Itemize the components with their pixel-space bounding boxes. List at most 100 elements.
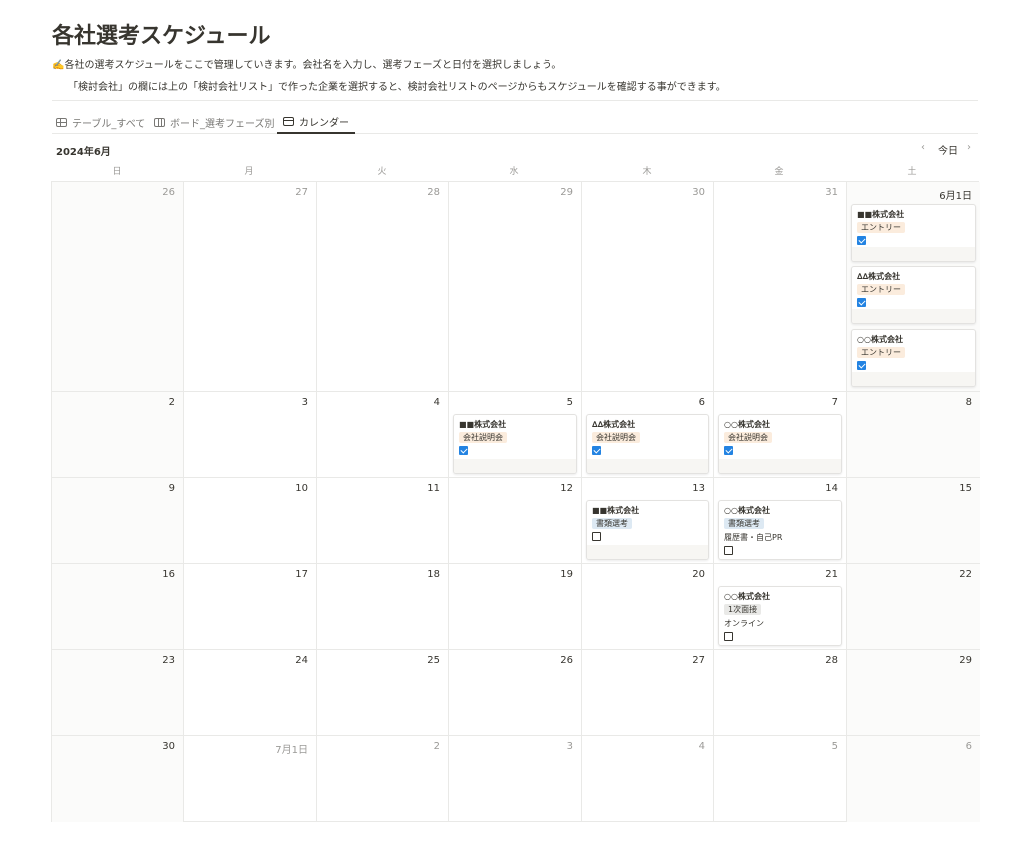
calendar-day-cell[interactable]: 9 [52, 478, 184, 564]
day-number: 23 [162, 655, 175, 666]
event-card[interactable]: ■■株式会社 エントリー [851, 204, 976, 262]
phase-tag: エントリー [857, 347, 905, 358]
day-number: 18 [427, 569, 440, 580]
calendar-day-cell[interactable]: 21 ○○株式会社 1次面接 オンライン [714, 564, 847, 650]
calendar-day-cell[interactable]: 7 ○○株式会社 会社説明会 [714, 392, 847, 478]
day-number: 2 [168, 397, 175, 408]
calendar-day-cell[interactable]: 3 [184, 392, 317, 478]
calendar-grid: 26 27 28 29 30 31 6月1日 ■■株式会社 エントリー ∆∆株式会社 エントリー ○○… [51, 181, 980, 822]
calendar-day-cell[interactable]: 28 [317, 182, 449, 392]
calendar-day-cell[interactable]: 26 [449, 650, 582, 736]
day-number: 4 [433, 397, 440, 408]
day-number: 3 [301, 397, 308, 408]
unchecked-checkbox[interactable] [724, 546, 733, 555]
event-note: オンライン [724, 619, 764, 628]
event-card[interactable]: ∆∆株式会社 エントリー [851, 266, 976, 324]
calendar-day-cell[interactable]: 19 [449, 564, 582, 650]
calendar-day-cell[interactable]: 18 [317, 564, 449, 650]
calendar-day-cell[interactable]: 30 [582, 182, 714, 392]
day-number: 31 [825, 187, 838, 198]
calendar-day-cell[interactable]: 30 [52, 736, 184, 822]
day-number: 25 [427, 655, 440, 666]
phase-tag: エントリー [857, 222, 905, 233]
calendar-day-cell[interactable]: 27 [184, 182, 317, 392]
day-number: 22 [959, 569, 972, 580]
card-footer [587, 459, 708, 473]
day-number: 4 [698, 741, 705, 752]
day-number: 30 [162, 741, 175, 752]
tab-board-phase[interactable]: ボード_選考フェーズ別 [154, 110, 275, 134]
checked-checkbox[interactable] [857, 298, 866, 307]
calendar-day-cell[interactable]: 3 [449, 736, 582, 822]
day-number: 15 [959, 483, 972, 494]
calendar-day-cell[interactable]: 6 ∆∆株式会社 会社説明会 [582, 392, 714, 478]
event-card[interactable]: ■■株式会社 会社説明会 [453, 414, 577, 474]
day-number: 5 [831, 741, 838, 752]
weekday-label: 木 [642, 167, 652, 177]
calendar-day-cell[interactable]: 2 [317, 736, 449, 822]
calendar-day-cell[interactable]: 28 [714, 650, 847, 736]
calendar-day-cell[interactable]: 5 ■■株式会社 会社説明会 [449, 392, 582, 478]
weekday-label: 月 [244, 167, 254, 177]
calendar-day-cell[interactable]: 11 [317, 478, 449, 564]
calendar-day-cell[interactable]: 27 [582, 650, 714, 736]
calendar-day-cell[interactable]: 31 [714, 182, 847, 392]
calendar-day-cell[interactable]: 12 [449, 478, 582, 564]
calendar-day-cell[interactable]: 23 [52, 650, 184, 736]
day-number: 3 [566, 741, 573, 752]
calendar-day-cell[interactable]: 26 [52, 182, 184, 392]
unchecked-checkbox[interactable] [724, 632, 733, 641]
next-month-button[interactable]: › [967, 142, 971, 153]
phase-tag: 会社説明会 [592, 432, 640, 443]
calendar-day-cell[interactable]: 8 [847, 392, 980, 478]
today-button[interactable]: 今日 [938, 142, 958, 157]
day-number: 27 [295, 187, 308, 198]
calendar-day-cell[interactable]: 7月1日 [184, 736, 317, 822]
calendar-day-cell[interactable]: 17 [184, 564, 317, 650]
checked-checkbox[interactable] [724, 446, 733, 455]
calendar-day-cell[interactable]: 4 [582, 736, 714, 822]
calendar-day-cell[interactable]: 2 [52, 392, 184, 478]
phase-tag: エントリー [857, 284, 905, 295]
checked-checkbox[interactable] [857, 361, 866, 370]
day-number: 11 [427, 483, 440, 494]
event-card[interactable]: ○○株式会社 エントリー [851, 329, 976, 387]
event-card[interactable]: ■■株式会社 書類選考 [586, 500, 709, 560]
event-card[interactable]: ○○株式会社 会社説明会 [718, 414, 842, 474]
day-number: 8 [965, 397, 972, 408]
calendar-day-cell[interactable]: 29 [449, 182, 582, 392]
phase-tag: 会社説明会 [459, 432, 507, 443]
calendar-day-cell[interactable]: 16 [52, 564, 184, 650]
checked-checkbox[interactable] [857, 236, 866, 245]
card-footer [852, 309, 975, 323]
calendar-day-cell[interactable]: 14 ○○株式会社 書類選考 履歴書・自己PR [714, 478, 847, 564]
day-number: 2 [433, 741, 440, 752]
calendar-day-cell[interactable]: 10 [184, 478, 317, 564]
day-number: 20 [692, 569, 705, 580]
calendar-day-cell[interactable]: 25 [317, 650, 449, 736]
prev-month-button[interactable]: ‹ [921, 142, 925, 153]
calendar-day-cell[interactable]: 22 [847, 564, 980, 650]
checked-checkbox[interactable] [592, 446, 601, 455]
calendar-day-cell[interactable]: 6月1日 ■■株式会社 エントリー ∆∆株式会社 エントリー ○○株式会社 エントリー [847, 182, 980, 392]
day-number: 14 [825, 483, 838, 494]
page-description-1: ✍️各社の選考スケジュールをここで管理していきます。会社名を入力し、選考フェーズ… [52, 60, 562, 71]
calendar-day-cell[interactable]: 6 [847, 736, 980, 822]
calendar-day-cell[interactable]: 20 [582, 564, 714, 650]
unchecked-checkbox[interactable] [592, 532, 601, 541]
event-card[interactable]: ○○株式会社 書類選考 履歴書・自己PR [718, 500, 842, 560]
event-card[interactable]: ∆∆株式会社 会社説明会 [586, 414, 709, 474]
calendar-day-cell[interactable]: 15 [847, 478, 980, 564]
calendar-day-cell[interactable]: 24 [184, 650, 317, 736]
tab-calendar[interactable]: カレンダー [277, 110, 355, 134]
calendar-day-cell[interactable]: 13 ■■株式会社 書類選考 [582, 478, 714, 564]
weekday-label: 水 [509, 167, 519, 177]
tab-table-all[interactable]: テーブル_すべて [56, 110, 145, 134]
event-card[interactable]: ○○株式会社 1次面接 オンライン [718, 586, 842, 646]
calendar-day-cell[interactable]: 5 [714, 736, 847, 822]
calendar-day-cell[interactable]: 4 [317, 392, 449, 478]
weekday-header: 日月火水木金土 [51, 164, 978, 182]
calendar-day-cell[interactable]: 29 [847, 650, 980, 736]
checked-checkbox[interactable] [459, 446, 468, 455]
day-number: 6月1日 [939, 191, 972, 202]
